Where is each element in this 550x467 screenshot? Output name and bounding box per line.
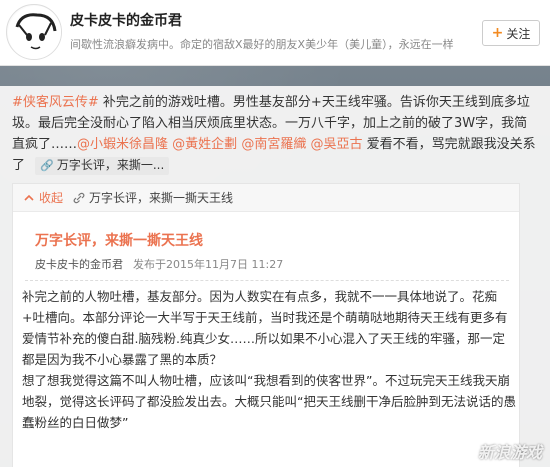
post-text: #侠客风云传# 补完之前的游戏吐槽。男性基友部分+天王线牢骚。告诉你天王线到底多… (12, 92, 537, 176)
article-body: 补完之前的人物吐槽，基友部分。因为人数实在有点多，我就不一一具体地说了。花痴+吐… (22, 286, 517, 433)
bar-title: 万字长评，来撕一撕天王线 (89, 191, 234, 205)
profile-header: 皮卡皮卡的金币君 间歇性流浪癖发病中。命定的宿敌X最好的朋友X美少年（美儿童），… (0, 0, 550, 66)
watermark: 新浪游戏 (478, 439, 542, 463)
link-icon (73, 192, 85, 203)
article-open-link[interactable]: 万字长评，来撕一撕天王线 (73, 189, 233, 206)
mention-link[interactable]: @南宮羅織 (241, 137, 306, 152)
mention-link[interactable]: @小蝦米徐昌隆 (77, 137, 168, 152)
hashtag-link[interactable]: #侠客风云传# (12, 95, 99, 110)
article-link-icon: 🔗 (40, 159, 54, 172)
quoted-article: 收起 万字长评，来撕一撕天王线 万字长评，来撕一撕天王线 皮卡皮卡的金币君 发布… (12, 183, 520, 467)
watermark-text: 新浪游戏 (477, 443, 542, 462)
mention-link[interactable]: @黃姓企劃 (172, 137, 237, 152)
article-paragraph: 补完之前的人物吐槽，基友部分。因为人数实在有点多，我就不一一具体地说了。花痴+吐… (22, 289, 508, 367)
article-paragraph: 想了想我觉得这篇不叫人物吐槽，应该叫“我想看到的侠客世界”。不过玩完天王线我天崩… (22, 373, 516, 430)
collapse-icon (24, 194, 34, 201)
article-meta: 皮卡皮卡的金币君 发布于2015年11月7日 11:27 (35, 256, 283, 272)
quote-toolbar: 收起 万字长评，来撕一撕天王线 (13, 184, 519, 212)
plus-icon: + (491, 25, 504, 41)
article-chip-label: 万字长评，来撕一... (56, 158, 165, 172)
divider (25, 280, 509, 281)
follow-label: 关注 (506, 26, 531, 41)
profile-bio: 间歇性流浪癖发病中。命定的宿敌X最好的朋友X美少年（美儿童），永远在一样 (70, 38, 454, 51)
avatar[interactable] (6, 4, 62, 60)
follow-button[interactable]: + 关注 (482, 20, 540, 46)
collapse-button[interactable]: 收起 (23, 189, 63, 206)
profile-name[interactable]: 皮卡皮卡的金币君 (70, 10, 182, 30)
collapse-label: 收起 (39, 191, 64, 205)
article-timestamp: 发布于2015年11月7日 11:27 (133, 258, 284, 271)
article-title[interactable]: 万字长评，来撕一撕天王线 (35, 230, 203, 250)
article-author[interactable]: 皮卡皮卡的金币君 (35, 256, 123, 272)
mention-link[interactable]: @吳亞古 (310, 137, 362, 152)
avatar-icon (8, 6, 61, 59)
article-chip[interactable]: 🔗 万字长评，来撕一... (35, 156, 170, 175)
post-card: #侠客风云传# 补完之前的游戏吐槽。男性基友部分+天王线牢骚。告诉你天王线到底多… (0, 86, 550, 467)
